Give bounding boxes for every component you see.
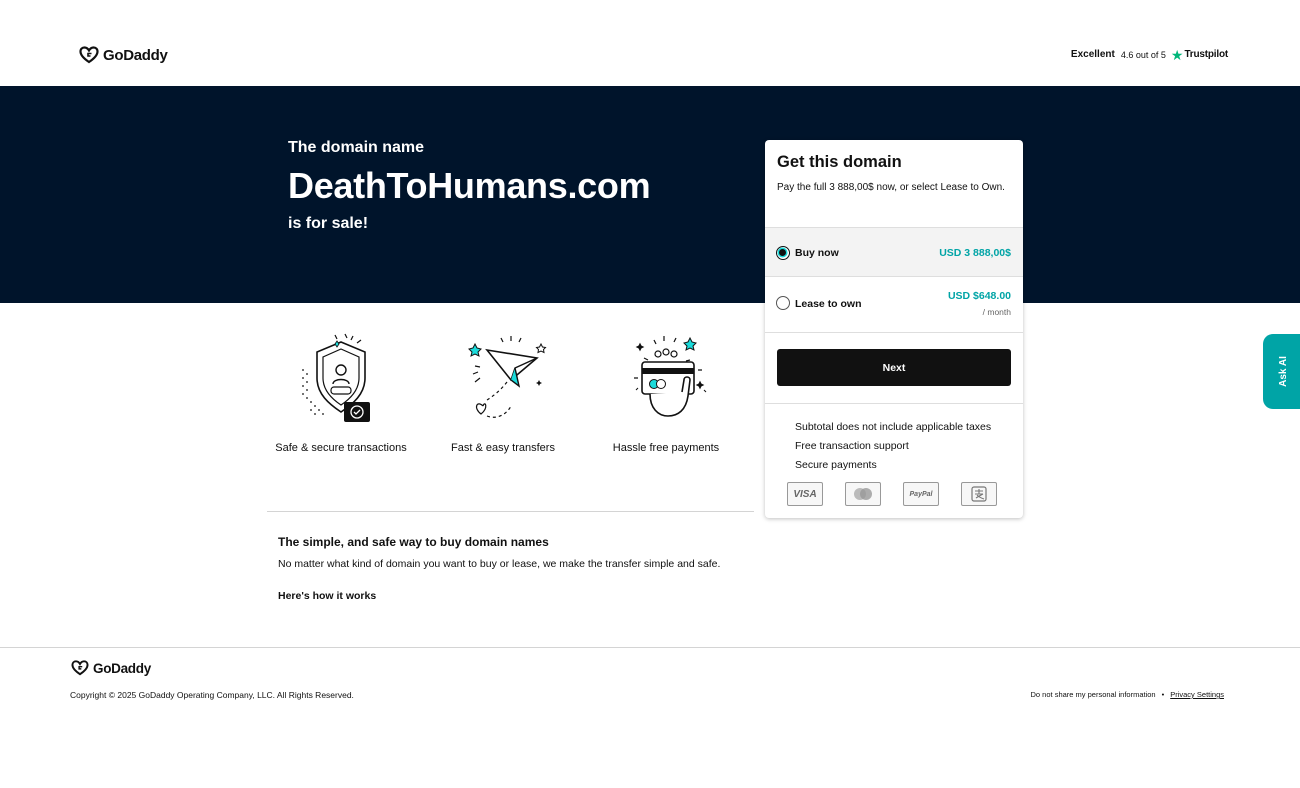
benefit-item: Free transaction support <box>795 440 909 452</box>
buy-now-label: Buy now <box>795 247 839 259</box>
info-title: The simple, and safe way to buy domain n… <box>278 535 549 549</box>
hero-banner: The domain name DeathToHumans.com is for… <box>0 86 1300 303</box>
domain-name-heading: DeathToHumans.com <box>288 165 651 206</box>
feature-payments: Hassle free payments <box>596 330 736 456</box>
payment-methods: VISA PayPal <box>787 482 997 506</box>
footer-godaddy-logo[interactable]: GoDaddy <box>71 660 151 676</box>
buy-now-radio[interactable] <box>776 246 790 260</box>
godaddy-heart-icon <box>71 660 89 676</box>
ask-ai-button[interactable]: Ask AI <box>1263 334 1300 409</box>
mastercard-icon <box>845 482 881 506</box>
copyright-text: Copyright © 2025 GoDaddy Operating Compa… <box>70 690 354 700</box>
buy-now-option[interactable]: Buy now USD 3 888,00$ <box>765 227 1023 277</box>
ask-ai-label: Ask AI <box>1277 356 1289 387</box>
lease-period: / month <box>982 307 1011 317</box>
feature-secure-label: Safe & secure transactions <box>275 442 407 454</box>
feature-secure: Safe & secure transactions <box>271 330 411 456</box>
footer-link-separator: • <box>1161 690 1165 699</box>
benefits-list: Subtotal does not include applicable tax… <box>795 418 991 475</box>
benefit-item: Subtotal does not include applicable tax… <box>795 421 992 433</box>
trustpilot-score: 4.6 out of 5 <box>1120 49 1166 60</box>
visa-icon: VISA <box>787 482 823 506</box>
hero-pre-text: The domain name <box>288 139 425 156</box>
do-not-share-link[interactable]: Do not share my personal information <box>1031 690 1156 699</box>
benefit-item: Secure payments <box>795 459 877 471</box>
lease-to-own-option[interactable]: Lease to own USD $648.00 / month <box>765 277 1023 333</box>
mastercard-circles-icon <box>854 488 872 500</box>
visa-text: VISA <box>793 488 817 500</box>
trustpilot-rating[interactable]: Excellent 4.6 out of 5 ★ Trustpilot <box>1070 46 1228 63</box>
lease-price: USD $648.00 <box>947 290 1011 302</box>
section-divider <box>267 511 754 512</box>
buy-now-price: USD 3 888,00$ <box>939 247 1011 259</box>
site-header: GoDaddy Excellent 4.6 out of 5 ★ Trustpi… <box>0 0 1300 86</box>
paper-plane-icon <box>468 336 547 418</box>
brand-wordmark: GoDaddy <box>103 46 168 64</box>
trustpilot-rating-word: Excellent <box>1070 49 1115 60</box>
godaddy-logo[interactable]: GoDaddy <box>79 46 168 64</box>
privacy-settings-link[interactable]: Privacy Settings <box>1170 690 1224 699</box>
card-divider <box>765 403 1023 404</box>
paypal-text: PayPal <box>909 490 933 498</box>
how-it-works-link[interactable]: Here's how it works <box>278 590 376 602</box>
footer-links: Do not share my personal information • P… <box>1031 690 1224 699</box>
feature-payments-label: Hassle free payments <box>612 442 720 454</box>
lease-to-own-label: Lease to own <box>795 298 862 310</box>
feature-transfers: Fast & easy transfers <box>433 330 573 456</box>
shield-lock-icon <box>302 333 370 422</box>
feature-transfers-label: Fast & easy transfers <box>451 442 555 454</box>
trustpilot-star-icon: ★ <box>1170 46 1184 63</box>
next-button[interactable]: Next <box>777 349 1011 386</box>
paypal-icon: PayPal <box>903 482 939 506</box>
card-hand-icon <box>634 336 707 417</box>
hero-post-text: is for sale! <box>288 215 369 232</box>
footer-divider <box>0 647 1300 648</box>
footer-brand-wordmark: GoDaddy <box>93 660 151 676</box>
info-description: No matter what kind of domain you want t… <box>278 558 721 570</box>
card-subtitle: Pay the full 3 888,00$ now, or select Le… <box>777 182 1005 193</box>
purchase-card: Get this domain Pay the full 3 888,00$ n… <box>765 140 1023 518</box>
alipay-glyph-icon <box>971 486 987 502</box>
trustpilot-brand: Trustpilot <box>1184 49 1228 60</box>
lease-to-own-radio[interactable] <box>776 296 790 310</box>
godaddy-heart-icon <box>79 46 99 64</box>
card-title: Get this domain <box>777 153 902 171</box>
alipay-icon <box>961 482 997 506</box>
